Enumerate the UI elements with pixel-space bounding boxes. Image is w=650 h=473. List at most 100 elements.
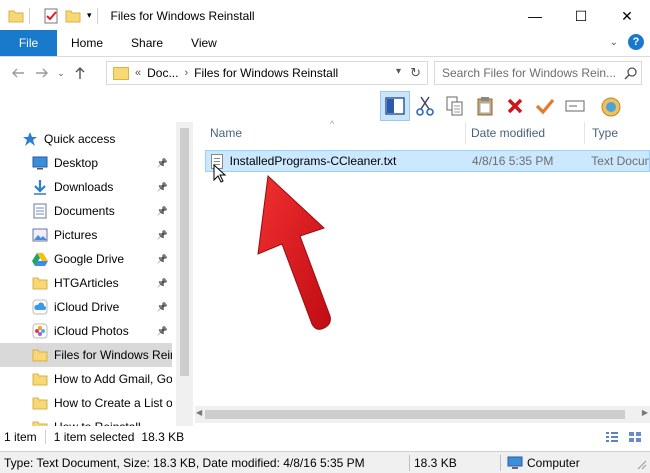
pin-icon[interactable]: 📌 [157,182,168,193]
file-size-text: 18.3 KB [414,455,457,470]
back-button[interactable] [6,61,30,85]
nav-item[interactable]: How to Create a List of [0,391,172,415]
folder-icon [32,371,48,387]
clipboard-icon [477,97,493,116]
recent-locations-button[interactable]: ⌄ [54,61,68,85]
forward-button[interactable] [30,61,54,85]
minimize-button[interactable]: — [512,0,558,32]
nav-item[interactable]: How to Reinstall [0,415,172,426]
pin-icon[interactable]: 📌 [157,230,168,241]
column-separator[interactable] [584,122,585,144]
nav-item-label: HTGArticles [54,276,119,290]
breadcrumb-documents[interactable]: Doc... [147,66,178,80]
maximize-button[interactable]: ☐ [558,0,604,32]
cut-button[interactable] [410,91,440,121]
pin-icon[interactable]: 📌 [157,206,168,217]
window-status-bar: Type: Text Document, Size: 18.3 KB, Date… [0,451,650,473]
nav-item-label: Documents [54,204,115,218]
separator [96,7,98,24]
horizontal-scrollbar[interactable]: ◀ ▶ [195,406,650,423]
resize-grip-icon[interactable] [637,460,647,470]
column-type[interactable]: Type [592,122,650,144]
command-toolbar [380,90,626,122]
separator [409,454,410,471]
separator [500,454,501,471]
overflow-breadcrumb[interactable]: « [135,67,141,79]
horizontal-scrollbar-thumb[interactable] [205,410,625,419]
nav-item[interactable]: Google Drive 📌 [0,247,172,271]
close-button[interactable]: ✕ [604,0,650,32]
file-date: 4/8/16 5:35 PM [472,154,554,168]
tab-share[interactable]: Share [117,30,177,56]
nav-scrollbar-thumb[interactable] [180,128,189,376]
navigation-pane: Quick access Desktop 📌 Downloads 📌 Documents 📌… [0,122,176,426]
chevron-down-icon[interactable]: ▾ [396,66,401,77]
pin-icon[interactable]: 📌 [157,326,168,337]
column-name[interactable]: Name [210,122,470,144]
nav-scrollbar[interactable] [176,122,193,426]
large-icons-view-button[interactable] [625,428,645,446]
nav-item[interactable]: iCloud Drive 📌 [0,295,172,319]
tab-file[interactable]: File [0,30,57,56]
help-icon[interactable]: ? [628,34,644,50]
status-bar: 1 item 1 item selected 18.3 KB [0,426,650,448]
nav-item[interactable]: How to Add Gmail, Go [0,367,172,391]
options-button[interactable] [596,91,626,121]
copy-icon [446,96,463,116]
pin-icon[interactable]: 📌 [157,278,168,289]
search-input[interactable]: Search Files for Windows Rein... [442,66,621,80]
rename-button[interactable] [560,91,590,121]
window-title: Files for Windows Reinstall [110,8,255,23]
nav-item-label: Google Drive [54,252,125,266]
up-button[interactable] [68,61,92,85]
nav-item[interactable]: Documents 📌 [0,199,172,223]
nav-item[interactable]: HTGArticles 📌 [0,271,172,295]
selected-count: 1 item selected [53,430,135,444]
file-info-text: Type: Text Document, Size: 18.3 KB, Date… [4,455,365,470]
file-row[interactable]: InstalledPrograms-CCleaner.txt 4/8/16 5:… [205,150,650,172]
delete-button[interactable] [500,91,530,121]
preview-pane-button[interactable] [380,91,410,121]
pin-icon[interactable]: 📌 [157,254,168,265]
nav-item-label: Files for Windows Rein [54,348,172,362]
customize-quick-access-icon[interactable]: ▾ [87,10,92,21]
desktop-icon [32,155,48,171]
column-date-modified[interactable]: Date modified [471,122,581,144]
tab-view[interactable]: View [177,30,231,56]
column-separator[interactable] [465,122,466,144]
rename-checkmark-button[interactable] [530,91,560,121]
new-folder-icon[interactable] [65,8,81,24]
tab-home[interactable]: Home [57,30,117,56]
computer-icon [507,456,523,469]
paste-button[interactable] [470,91,500,121]
nav-item[interactable]: Pictures 📌 [0,223,172,247]
selected-size: 18.3 KB [141,430,185,444]
pin-icon[interactable]: 📌 [157,302,168,313]
file-type: Text Docum [591,154,650,168]
nav-item[interactable]: iCloud Photos 📌 [0,319,172,343]
pin-icon[interactable]: 📌 [157,158,168,169]
nav-item-label: How to Add Gmail, Go [54,372,172,386]
chevron-right-icon[interactable]: › [184,67,188,79]
scroll-right-icon[interactable]: ▶ [642,408,648,417]
icloud-icon [32,299,48,315]
folder-icon [32,347,48,363]
nav-item-label: Pictures [54,228,98,242]
nav-item[interactable]: Quick access [0,127,172,151]
details-view-button[interactable] [602,428,622,446]
expand-ribbon-icon[interactable]: ⌄ [610,37,618,48]
nav-item[interactable]: Downloads 📌 [0,175,172,199]
breadcrumb-current[interactable]: Files for Windows Reinstall [194,66,338,80]
folder-icon [32,419,48,426]
properties-icon[interactable] [43,8,59,24]
mouse-cursor-icon [213,164,227,183]
address-bar[interactable]: « Doc... › Files for Windows Reinstall ▾… [106,61,428,85]
refresh-icon[interactable]: ↻ [410,65,421,81]
nav-item[interactable]: Files for Windows Rein [0,343,172,367]
search-box[interactable]: Search Files for Windows Rein... [434,61,642,85]
scroll-left-icon[interactable]: ◀ [196,408,202,417]
nav-item[interactable]: Desktop 📌 [0,151,172,175]
copy-button[interactable] [440,91,470,121]
folder-icon [32,275,48,291]
google-drive-icon [32,251,48,267]
